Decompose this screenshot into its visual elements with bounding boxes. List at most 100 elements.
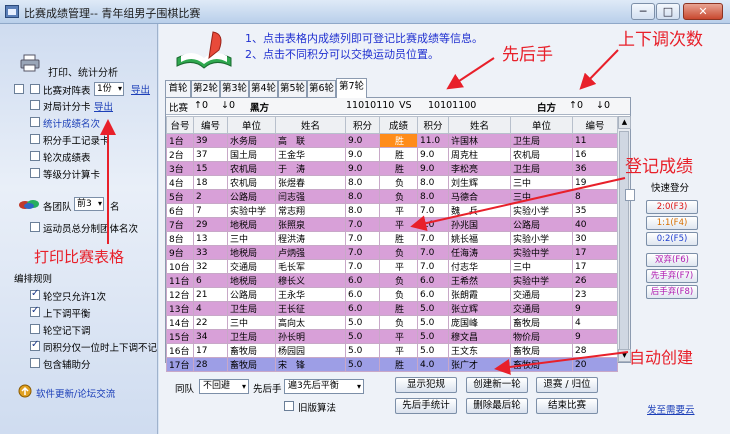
table-row[interactable]: 1台 39 水务局高 联 9.0 胜 11.0 许国林 卫生局 11 <box>166 133 618 148</box>
close-button[interactable]: ✕ <box>683 3 723 20</box>
checkbox-rule-bye-down[interactable] <box>30 324 40 334</box>
score-cell[interactable]: 5.0 <box>417 343 449 358</box>
score-cell[interactable]: 5.0 <box>417 329 449 344</box>
show-foul-button[interactable]: 显示犯规 <box>395 377 457 393</box>
score-cell[interactable]: 5.0 <box>417 301 449 316</box>
result-cell[interactable]: 平 <box>379 343 418 358</box>
checkbox-rule-balance[interactable] <box>30 305 40 317</box>
result-cell[interactable]: 负 <box>379 245 418 260</box>
black-forfeit-button[interactable]: 先手弃(F7) <box>646 269 698 283</box>
order-select[interactable]: 遍3先后平衡 <box>284 379 364 394</box>
double-forfeit-button[interactable]: 双弃(F6) <box>646 253 698 267</box>
score-cell[interactable]: 7.0 <box>417 259 449 274</box>
result-cell[interactable]: 平 <box>379 203 418 218</box>
side-toggle[interactable] <box>625 189 635 201</box>
score-cell[interactable]: 7.0 <box>345 231 380 246</box>
checkbox-rating-card[interactable] <box>30 168 40 178</box>
score-cell[interactable]: 9.0 <box>417 147 449 162</box>
table-row[interactable]: 7台 29 地税局 张照泉 7.0 平 7.0 孙兆国 公路局 40 <box>166 217 618 232</box>
score-cell[interactable]: 5.0 <box>417 315 449 330</box>
print-checkbox-pairings[interactable] <box>14 84 24 94</box>
maximize-button[interactable]: □ <box>656 3 680 20</box>
tab-round-6[interactable]: 第6轮 <box>307 80 336 97</box>
score-cell[interactable]: 4.0 <box>417 357 449 372</box>
suggest-link[interactable]: 发至需要云 <box>647 402 695 416</box>
checkbox-ranking[interactable] <box>30 117 40 127</box>
score-cell[interactable]: 8.0 <box>345 203 380 218</box>
checkbox-rule-aux[interactable] <box>30 358 40 368</box>
checkbox-team-points[interactable] <box>30 222 40 232</box>
export-scorecard-link[interactable]: 导出 <box>94 99 113 113</box>
score-cell[interactable]: 9.0 <box>345 133 380 148</box>
table-row[interactable]: 13台 4 卫生局 王长征 6.0 胜 5.0 张立辉 交通局 9 <box>166 301 618 316</box>
minimize-button[interactable]: ─ <box>631 3 655 20</box>
checkbox-rule-same-score[interactable] <box>30 339 40 351</box>
score-cell[interactable]: 9.0 <box>345 147 380 162</box>
result-cell[interactable]: 胜 <box>379 357 418 372</box>
create-round-button[interactable]: 创建新一轮 <box>466 377 528 393</box>
result-cell[interactable]: 胜 <box>379 147 418 162</box>
result-cell[interactable]: 胜 <box>379 231 418 246</box>
copies-select[interactable]: 1份 <box>94 82 124 96</box>
result-cell[interactable]: 负 <box>379 287 418 302</box>
scroll-up-icon[interactable]: ▲ <box>618 116 631 129</box>
score-cell[interactable]: 6.0 <box>417 273 449 288</box>
score-cell[interactable]: 5.0 <box>345 329 380 344</box>
table-row[interactable]: 5台 2 公路局 闫志强 8.0 负 8.0 马德合 三中 8 <box>166 189 618 204</box>
result-cell[interactable]: 平 <box>379 217 418 232</box>
table-row[interactable]: 17台 28 畜牧局宋 锋 5.0 胜 4.0 张广才 畜牧局 20 <box>166 357 618 372</box>
tab-round-7[interactable]: 第7轮 <box>336 78 367 98</box>
export-pairings-link[interactable]: 导出 <box>131 82 150 96</box>
score-cell[interactable]: 9.0 <box>345 161 380 176</box>
table-row[interactable]: 16台 17 畜牧局 杨园园 5.0 平 5.0 王文东 畜牧局 28 <box>166 343 618 358</box>
table-row[interactable]: 9台 33 地税局 卢炳强 7.0 负 7.0 任海涛 实验中学 17 <box>166 245 618 260</box>
checkbox-scorecard[interactable] <box>30 100 40 110</box>
score-cell[interactable]: 7.0 <box>417 217 449 232</box>
withdraw-button[interactable]: 退赛 / 归位 <box>536 377 598 393</box>
result-cell[interactable]: 胜 <box>379 133 418 148</box>
checkbox-rule-bye-once[interactable] <box>30 288 40 300</box>
tab-round-4[interactable]: 第4轮 <box>249 80 278 97</box>
tab-round-5[interactable]: 第5轮 <box>278 80 307 97</box>
score-cell[interactable]: 7.0 <box>417 203 449 218</box>
white-forfeit-button[interactable]: 后手弃(F8) <box>646 285 698 299</box>
score-cell[interactable]: 5.0 <box>345 315 380 330</box>
score-cell[interactable]: 6.0 <box>345 287 380 302</box>
score-cell[interactable]: 7.0 <box>345 217 380 232</box>
result-cell[interactable]: 负 <box>379 273 418 288</box>
score-cell[interactable]: 8.0 <box>417 189 449 204</box>
result-cell[interactable]: 负 <box>379 189 418 204</box>
result-cell[interactable]: 胜 <box>379 161 418 176</box>
score-cell[interactable]: 7.0 <box>417 245 449 260</box>
table-row[interactable]: 8台 13 三中 程洪涛 7.0 胜 7.0 姚长福 实验小学 30 <box>166 231 618 246</box>
result-cell[interactable]: 平 <box>379 329 418 344</box>
tab-round-2[interactable]: 第2轮 <box>191 80 220 97</box>
table-row[interactable]: 4台 18 农机局 张煜春 8.0 负 8.0 刘生辉 三中 19 <box>166 175 618 190</box>
checkbox-pairings[interactable] <box>30 84 40 94</box>
team-rank-select[interactable]: 前3 <box>74 197 104 211</box>
delete-last-round-button[interactable]: 删除最后轮 <box>466 398 528 414</box>
draw-f4-button[interactable]: 1:1(F4) <box>646 216 698 230</box>
score-cell[interactable]: 11.0 <box>417 133 449 148</box>
result-cell[interactable]: 负 <box>379 315 418 330</box>
score-cell[interactable]: 8.0 <box>345 189 380 204</box>
score-cell[interactable]: 7.0 <box>417 231 449 246</box>
tab-round-1[interactable]: 首轮 <box>165 80 191 97</box>
result-cell[interactable]: 负 <box>379 175 418 190</box>
table-row[interactable]: 15台 34 卫生局 孙长明 5.0 平 5.0 穆文昌 物价局 9 <box>166 329 618 344</box>
win-f3-button[interactable]: 2:0(F3) <box>646 200 698 214</box>
score-cell[interactable]: 9.0 <box>417 161 449 176</box>
score-cell[interactable]: 6.0 <box>345 273 380 288</box>
table-row[interactable]: 3台 15 农机局于 涛 9.0 胜 9.0 李松亮 卫生局 36 <box>166 161 618 176</box>
checkbox-round-results[interactable] <box>30 151 40 161</box>
table-row[interactable]: 2台 37 国土局 王金华 9.0 胜 9.0 周克柱 农机局 16 <box>166 147 618 162</box>
score-cell[interactable]: 7.0 <box>345 259 380 274</box>
score-cell[interactable]: 8.0 <box>345 175 380 190</box>
old-algorithm-checkbox[interactable] <box>284 401 294 411</box>
result-cell[interactable]: 胜 <box>379 301 418 316</box>
score-cell[interactable]: 7.0 <box>345 245 380 260</box>
tab-round-3[interactable]: 第3轮 <box>220 80 249 97</box>
end-match-button[interactable]: 结束比赛 <box>536 398 598 414</box>
table-row[interactable]: 12台 21 公路局 王永华 6.0 负 6.0 张朗霞 交通局 23 <box>166 287 618 302</box>
update-link[interactable]: 软件更新/论坛交流 <box>36 386 115 400</box>
